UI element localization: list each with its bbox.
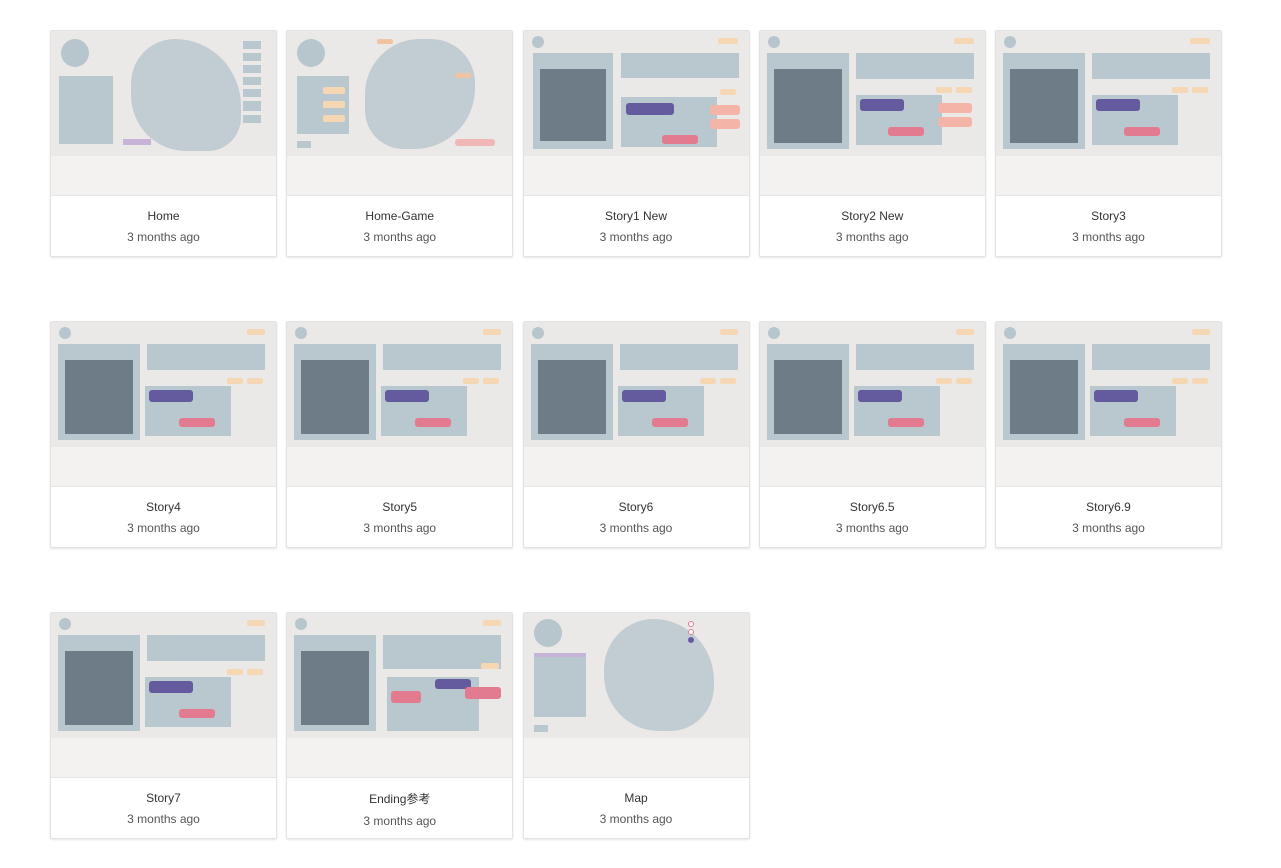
project-card-map[interactable]: Map 3 months ago <box>522 612 750 839</box>
project-title: Story3 <box>1091 209 1126 223</box>
project-card-story5[interactable]: Story5 3 months ago <box>286 321 514 548</box>
project-card-story2-new[interactable]: Story2 New 3 months ago <box>758 30 986 257</box>
project-timestamp: 3 months ago <box>363 521 437 535</box>
project-title: Story2 New <box>841 209 904 223</box>
project-card-home-game[interactable]: Home-Game 3 months ago <box>286 30 514 257</box>
project-thumbnail <box>523 322 749 487</box>
project-timestamp: 3 months ago <box>1072 230 1145 244</box>
project-card-story6-5[interactable]: Story6.5 3 months ago <box>758 321 986 548</box>
project-title: Story5 <box>382 500 418 514</box>
project-title: Map <box>624 791 648 805</box>
project-timestamp: 3 months ago <box>127 521 200 535</box>
project-card-ending[interactable]: Ending参考 3 months ago <box>286 612 514 839</box>
project-thumbnail <box>51 613 276 778</box>
project-thumbnail <box>523 613 749 778</box>
project-title: Story4 <box>146 500 181 514</box>
project-thumbnail <box>759 31 985 196</box>
project-timestamp: 3 months ago <box>835 521 909 535</box>
project-thumbnail <box>996 322 1221 487</box>
project-thumbnail <box>287 322 513 487</box>
project-timestamp: 3 months ago <box>363 230 437 244</box>
project-thumbnail <box>51 31 276 196</box>
project-timestamp: 3 months ago <box>835 230 909 244</box>
project-card-story1-new[interactable]: Story1 New 3 months ago <box>522 30 750 257</box>
project-timestamp: 3 months ago <box>599 521 673 535</box>
project-title: Home-Game <box>365 209 435 223</box>
project-title: Story6.5 <box>849 500 895 514</box>
project-card-story6-9[interactable]: Story6.9 3 months ago <box>995 321 1222 548</box>
project-card-story3[interactable]: Story3 3 months ago <box>995 30 1222 257</box>
project-thumbnail <box>759 322 985 487</box>
project-thumbnail <box>287 613 513 778</box>
project-title: Story7 <box>146 791 181 805</box>
project-thumbnail <box>51 322 276 487</box>
project-title: Story6 <box>618 500 654 514</box>
project-timestamp: 3 months ago <box>127 230 200 244</box>
project-thumbnail <box>996 31 1221 196</box>
project-title: Ending参考 <box>369 791 431 806</box>
project-thumbnail <box>287 31 513 196</box>
project-grid: Home 3 months ago Home-Game 3 months ago <box>50 30 1222 839</box>
project-title: Story6.9 <box>1086 500 1131 514</box>
project-timestamp: 3 months ago <box>1072 521 1145 535</box>
project-timestamp: 3 months ago <box>599 230 673 244</box>
project-timestamp: 3 months ago <box>363 813 437 828</box>
project-timestamp: 3 months ago <box>599 812 673 826</box>
project-card-story4[interactable]: Story4 3 months ago <box>50 321 277 548</box>
project-title: Home <box>147 209 180 223</box>
project-timestamp: 3 months ago <box>127 812 200 826</box>
project-title: Story1 New <box>604 209 668 223</box>
project-card-story6[interactable]: Story6 3 months ago <box>522 321 750 548</box>
project-thumbnail <box>523 31 749 196</box>
project-card-home[interactable]: Home 3 months ago <box>50 30 277 257</box>
project-card-story7[interactable]: Story7 3 months ago <box>50 612 277 839</box>
